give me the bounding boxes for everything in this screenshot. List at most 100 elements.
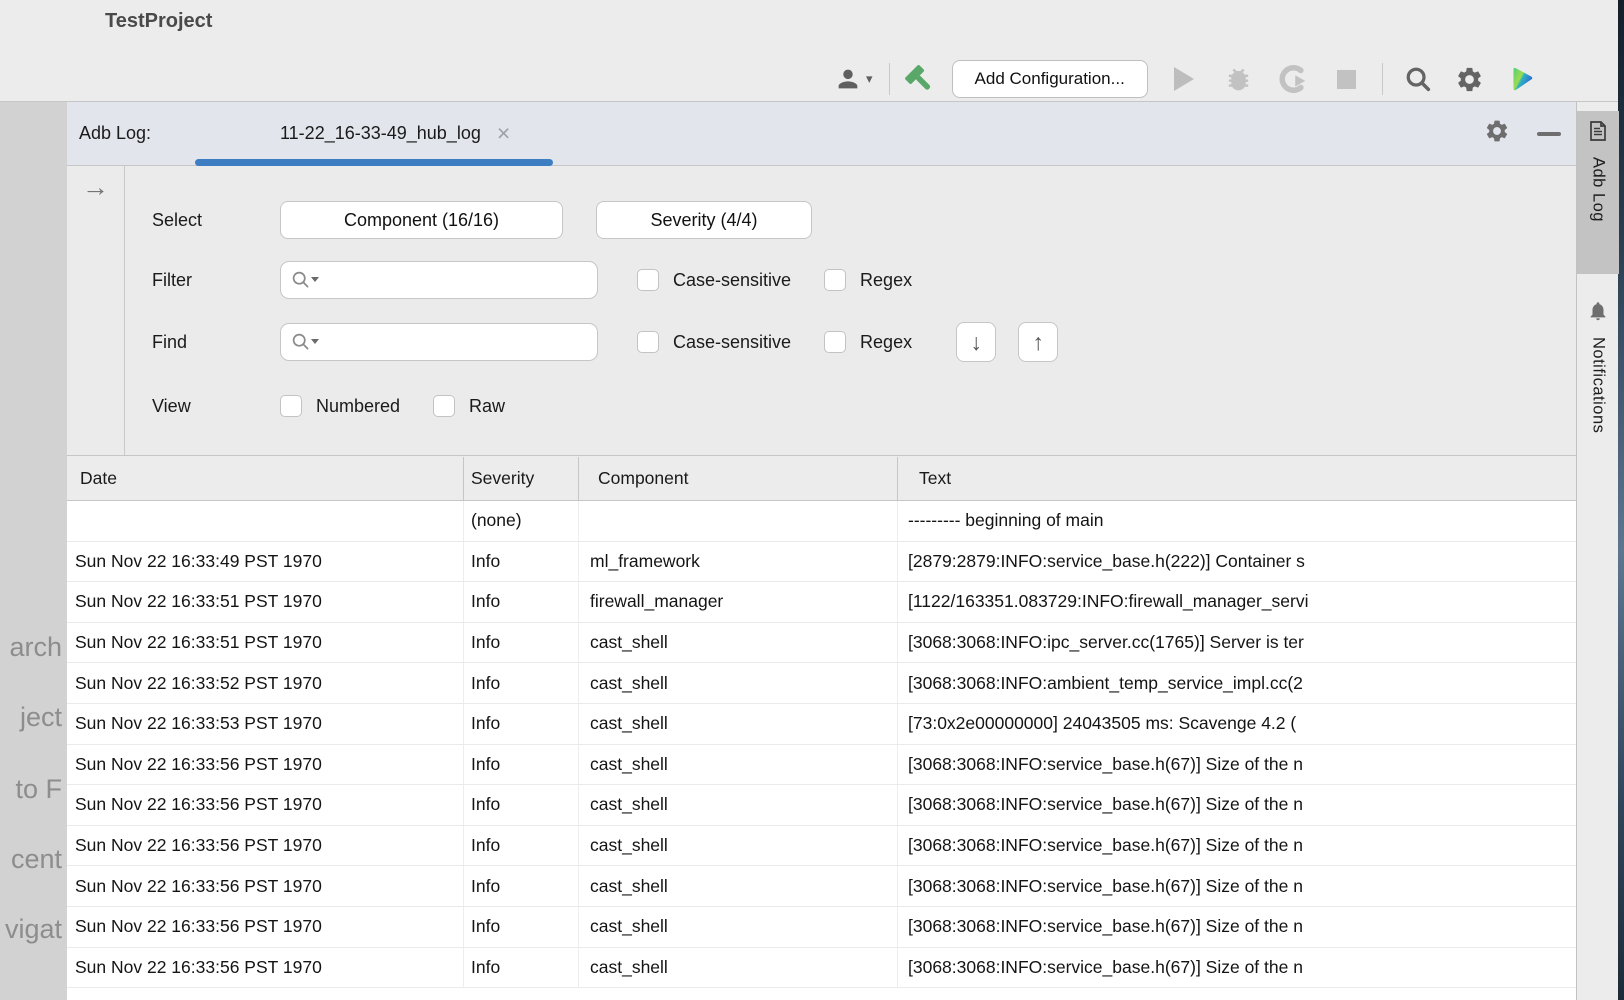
main-toolbar: TestProject ▾ Add Configuration...	[0, 0, 1618, 102]
find-input[interactable]	[321, 324, 591, 360]
table-cell: Sun Nov 22 16:33:53 PST 1970	[67, 704, 463, 744]
arrow-down-icon: ↓	[970, 329, 982, 356]
background-text-fragment: arch	[9, 632, 62, 663]
find-next-button[interactable]: ↓	[956, 322, 996, 362]
table-row[interactable]: Sun Nov 22 16:33:56 PST 1970Infocast_she…	[67, 866, 1576, 907]
tool-button-notifications-label: Notifications	[1589, 337, 1608, 433]
search-icon[interactable]	[1403, 64, 1433, 94]
profiler-icon[interactable]	[1279, 64, 1309, 94]
table-cell: Sun Nov 22 16:33:56 PST 1970	[67, 785, 463, 825]
find-case-sensitive-checkbox[interactable]	[637, 331, 659, 353]
search-history-chevron-icon[interactable]	[311, 339, 319, 344]
search-history-chevron-icon[interactable]	[311, 277, 319, 282]
table-row[interactable]: Sun Nov 22 16:33:53 PST 1970Infocast_she…	[67, 704, 1576, 745]
table-row[interactable]: Sun Nov 22 16:33:51 PST 1970Infocast_she…	[67, 623, 1576, 664]
table-cell: ml_framework	[578, 542, 897, 582]
table-cell: Sun Nov 22 16:33:49 PST 1970	[67, 542, 463, 582]
column-header-date[interactable]: Date	[67, 457, 463, 500]
table-cell: Info	[463, 745, 578, 785]
table-cell: [3068:3068:INFO:service_base.h(67)] Size…	[897, 866, 1576, 906]
arrow-up-icon: ↑	[1032, 329, 1044, 356]
build-hammer-icon[interactable]	[904, 63, 936, 95]
table-cell	[578, 501, 897, 541]
table-cell: [73:0x2e00000000] 24043505 ms: Scavenge …	[897, 704, 1576, 744]
settings-gear-icon[interactable]	[1455, 65, 1484, 94]
table-row[interactable]: (none)--------- beginning of main	[67, 501, 1576, 542]
expand-right-arrow-icon[interactable]: →	[82, 172, 109, 203]
table-cell: [2879:2879:INFO:service_base.h(222)] Con…	[897, 542, 1576, 582]
run-icon[interactable]	[1174, 67, 1194, 91]
filter-regex-label: Regex	[860, 270, 912, 291]
tool-button-notifications[interactable]: Notifications	[1577, 292, 1619, 582]
panel-header: Adb Log: 11-22_16-33-49_hub_log ×	[67, 102, 1576, 166]
table-cell: Sun Nov 22 16:33:56 PST 1970	[67, 948, 463, 988]
table-row[interactable]: Sun Nov 22 16:33:51 PST 1970Infofirewall…	[67, 582, 1576, 623]
table-cell: [3068:3068:INFO:service_base.h(67)] Size…	[897, 907, 1576, 947]
table-row[interactable]: Sun Nov 22 16:33:49 PST 1970Infoml_frame…	[67, 542, 1576, 583]
tool-button-adb-log[interactable]: Adb Log	[1577, 111, 1619, 274]
table-cell: Sun Nov 22 16:33:56 PST 1970	[67, 745, 463, 785]
table-cell: cast_shell	[578, 907, 897, 947]
column-header-component[interactable]: Component	[578, 457, 897, 500]
filter-search-box	[280, 261, 598, 299]
table-cell: Info	[463, 704, 578, 744]
add-configuration-button[interactable]: Add Configuration...	[952, 60, 1148, 98]
debug-icon[interactable]	[1224, 65, 1253, 94]
screen: TestProject ▾ Add Configuration...	[0, 0, 1624, 1000]
filter-case-sensitive-checkbox[interactable]	[637, 269, 659, 291]
table-cell: Info	[463, 582, 578, 622]
table-cell: Info	[463, 663, 578, 703]
minimize-icon[interactable]	[1537, 132, 1561, 136]
search-magnifier-icon	[291, 270, 311, 295]
collapse-strip: →	[67, 166, 125, 455]
stop-icon[interactable]	[1337, 70, 1356, 89]
component-filter-button[interactable]: Component (16/16)	[280, 201, 563, 239]
user-icon[interactable]	[834, 65, 862, 93]
table-cell: cast_shell	[578, 745, 897, 785]
table-cell: Sun Nov 22 16:33:52 PST 1970	[67, 663, 463, 703]
table-cell: cast_shell	[578, 826, 897, 866]
log-file-tab[interactable]: 11-22_16-33-49_hub_log ×	[215, 102, 528, 165]
toolbar-divider	[1382, 63, 1383, 95]
filter-label: Filter	[152, 270, 280, 291]
ide-logo-icon[interactable]	[1506, 64, 1536, 94]
table-cell: Sun Nov 22 16:33:51 PST 1970	[67, 582, 463, 622]
filter-regex-checkbox[interactable]	[824, 269, 846, 291]
search-magnifier-icon	[291, 332, 311, 357]
background-text-fragment: cent	[11, 844, 62, 875]
tab-label: 11-22_16-33-49_hub_log	[280, 123, 481, 144]
raw-checkbox[interactable]	[433, 395, 455, 417]
column-header-text[interactable]: Text	[897, 457, 1576, 500]
filter-input[interactable]	[321, 262, 591, 298]
select-label: Select	[152, 210, 280, 231]
table-cell: cast_shell	[578, 866, 897, 906]
user-chevron-icon[interactable]: ▾	[866, 71, 873, 87]
table-cell: [3068:3068:INFO:ipc_server.cc(1765)] Ser…	[897, 623, 1576, 663]
table-row[interactable]: Sun Nov 22 16:33:56 PST 1970Infocast_she…	[67, 785, 1576, 826]
find-previous-button[interactable]: ↑	[1018, 322, 1058, 362]
tool-button-adb-log-label: Adb Log	[1589, 157, 1608, 222]
table-cell: Info	[463, 623, 578, 663]
panel-settings-gear-icon[interactable]	[1484, 118, 1510, 149]
table-row[interactable]: Sun Nov 22 16:33:56 PST 1970Infocast_she…	[67, 907, 1576, 948]
table-cell: Info	[463, 826, 578, 866]
background-text-fragment: vigat	[5, 914, 62, 945]
table-cell	[67, 501, 463, 541]
bell-icon	[1587, 300, 1609, 327]
column-header-severity[interactable]: Severity	[463, 457, 578, 500]
view-label: View	[152, 396, 280, 417]
numbered-checkbox[interactable]	[280, 395, 302, 417]
active-tab-underline	[195, 159, 553, 166]
table-row[interactable]: Sun Nov 22 16:33:56 PST 1970Infocast_she…	[67, 826, 1576, 867]
severity-filter-button[interactable]: Severity (4/4)	[596, 201, 812, 239]
table-cell: Info	[463, 785, 578, 825]
find-regex-checkbox[interactable]	[824, 331, 846, 353]
close-icon[interactable]: ×	[497, 122, 510, 145]
table-row[interactable]: Sun Nov 22 16:33:56 PST 1970Infocast_she…	[67, 948, 1576, 989]
table-cell: Info	[463, 542, 578, 582]
find-case-sensitive-label: Case-sensitive	[673, 332, 791, 353]
table-row[interactable]: Sun Nov 22 16:33:52 PST 1970Infocast_she…	[67, 663, 1576, 704]
table-cell: firewall_manager	[578, 582, 897, 622]
table-row[interactable]: Sun Nov 22 16:33:56 PST 1970Infocast_she…	[67, 745, 1576, 786]
table-header: Date Severity Component Text	[67, 457, 1576, 501]
